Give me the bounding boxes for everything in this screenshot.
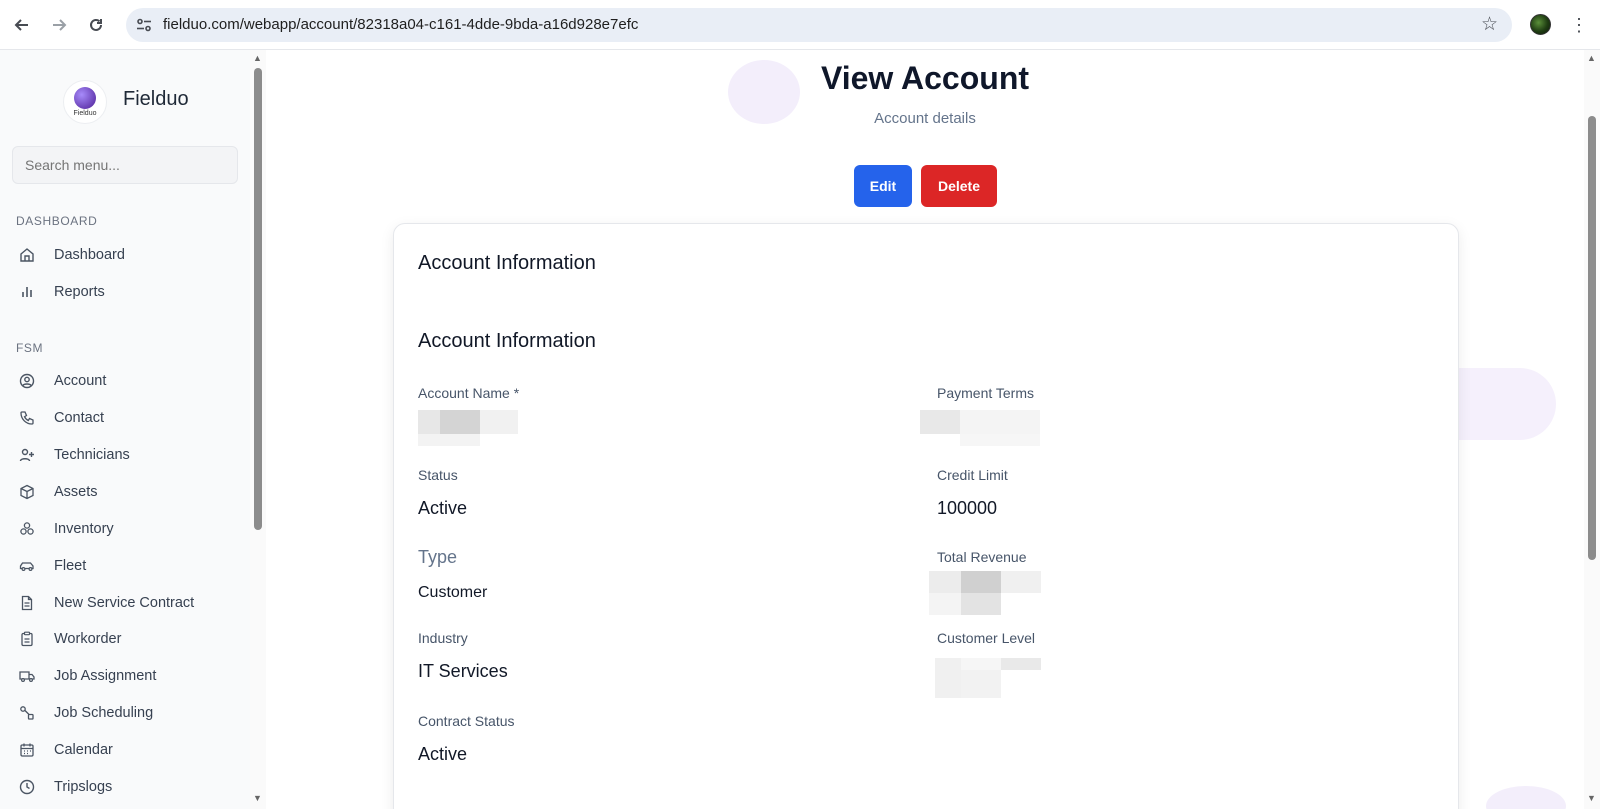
box-icon: [16, 481, 38, 503]
payment-terms-value-redacted: [920, 410, 1040, 446]
sidebar-item-label: Job Scheduling: [54, 705, 154, 721]
sidebar-item-label: Calendar: [54, 742, 113, 758]
sidebar-item-dashboard[interactable]: Dashboard: [12, 239, 242, 271]
home-icon: [16, 244, 38, 266]
brand-logo[interactable]: Fielduo: [63, 80, 107, 124]
page-scrollbar[interactable]: ▲ ▼: [1584, 50, 1600, 809]
reload-icon[interactable]: [83, 12, 109, 38]
sidebar-item-label: Job Assignment: [54, 668, 157, 684]
page-title: View Account: [820, 60, 1030, 96]
industry-label: Industry: [418, 630, 468, 646]
total-revenue-value-redacted: [929, 571, 1041, 615]
route-icon: [16, 702, 38, 724]
url-text: fielduo.com/webapp/account/82318a04-c161…: [163, 16, 639, 33]
edit-button[interactable]: Edit: [854, 165, 912, 207]
site-info-icon[interactable]: [134, 15, 154, 35]
scroll-up-icon[interactable]: ▲: [1587, 53, 1596, 63]
page-subtitle: Account details: [874, 110, 976, 127]
sidebar-item-label: Contact: [54, 410, 104, 426]
type-label: Type: [418, 547, 458, 567]
main-content: View Account Account details Edit Delete…: [266, 50, 1584, 809]
payment-terms-label: Payment Terms: [937, 385, 1034, 401]
sidebar-item-label: Technicians: [54, 447, 130, 463]
menu-search-input[interactable]: [12, 146, 238, 184]
credit-limit-label: Credit Limit: [937, 467, 1008, 483]
customer-level-label: Customer Level: [937, 630, 1036, 646]
clock-icon: [16, 776, 38, 798]
status-label: Status: [418, 467, 458, 483]
browser-menu-icon[interactable]: ⋮: [1570, 12, 1588, 38]
sidebar-item-technicians[interactable]: Technicians: [12, 439, 242, 471]
sidebar-item-reports[interactable]: Reports: [12, 276, 242, 308]
sidebar: Fielduo Fielduo DASHBOARD Dashboard Repo…: [0, 50, 266, 809]
section-heading: Account Information: [418, 330, 596, 352]
sidebar-item-label: Dashboard: [54, 247, 125, 263]
sidebar-item-label: New Service Contract: [54, 595, 195, 611]
sidebar-item-new-service-contract[interactable]: New Service Contract: [12, 587, 242, 619]
customer-level-value-redacted: [935, 658, 1041, 698]
globe-icon: [74, 87, 96, 109]
sidebar-item-label: Tripslogs: [54, 779, 113, 795]
contract-status-label: Contract Status: [418, 713, 515, 729]
bookmark-star-icon[interactable]: ☆: [1481, 13, 1498, 36]
scroll-down-icon[interactable]: ▼: [253, 793, 262, 803]
sidebar-item-calendar[interactable]: Calendar: [12, 734, 242, 766]
sidebar-item-inventory[interactable]: Inventory: [12, 513, 242, 545]
sidebar-scroll-thumb[interactable]: [254, 68, 262, 530]
type-value: Customer: [418, 584, 488, 601]
sidebar-item-workorder[interactable]: Workorder: [12, 623, 242, 655]
bar-chart-icon: [16, 281, 38, 303]
browser-toolbar: fielduo.com/webapp/account/82318a04-c161…: [0, 0, 1600, 50]
sidebar-item-label: Assets: [54, 484, 98, 500]
forward-icon[interactable]: [46, 12, 72, 38]
brand-name: Fielduo: [123, 88, 189, 110]
account-info-card: Account Information Account Information …: [393, 223, 1459, 809]
logo-caption: Fielduo: [73, 110, 97, 117]
sidebar-item-account[interactable]: Account: [12, 365, 242, 397]
sidebar-item-job-scheduling[interactable]: Job Scheduling: [12, 697, 242, 729]
delete-button[interactable]: Delete: [921, 165, 997, 207]
credit-limit-value: 100000: [937, 498, 998, 518]
phone-icon: [16, 407, 38, 429]
sidebar-item-fleet[interactable]: Fleet: [12, 550, 242, 582]
section-title-fsm: FSM: [16, 341, 44, 355]
calendar-icon: [16, 739, 38, 761]
sidebar-item-label: Workorder: [54, 631, 122, 647]
scroll-up-icon[interactable]: ▲: [253, 53, 262, 63]
document-icon: [16, 592, 38, 614]
scroll-down-icon[interactable]: ▼: [1587, 793, 1596, 803]
boxes-icon: [16, 518, 38, 540]
account-name-value-redacted: [418, 410, 518, 446]
user-plus-icon: [16, 444, 38, 466]
industry-value: IT Services: [418, 661, 508, 681]
truck-icon: [16, 665, 38, 687]
total-revenue-label: Total Revenue: [937, 549, 1027, 565]
clipboard-icon: [16, 628, 38, 650]
sidebar-item-assets[interactable]: Assets: [12, 476, 242, 508]
sidebar-item-label: Inventory: [54, 521, 114, 537]
user-circle-icon: [16, 370, 38, 392]
sidebar-item-tripslogs[interactable]: Tripslogs: [12, 771, 242, 803]
back-icon[interactable]: [9, 12, 35, 38]
account-name-label: Account Name *: [418, 385, 520, 401]
contract-status-value: Active: [418, 744, 468, 764]
page-scroll-thumb[interactable]: [1588, 116, 1596, 560]
car-icon: [16, 555, 38, 577]
sidebar-item-label: Reports: [54, 284, 105, 300]
card-heading: Account Information: [418, 252, 596, 274]
section-title-dashboard: DASHBOARD: [16, 214, 98, 228]
sidebar-item-label: Fleet: [54, 558, 87, 574]
profile-avatar[interactable]: [1530, 14, 1551, 35]
sidebar-scrollbar[interactable]: ▲ ▼: [250, 50, 266, 809]
decorative-blob: [1486, 786, 1566, 809]
status-value: Active: [418, 498, 468, 518]
sidebar-item-label: Account: [54, 373, 107, 389]
sidebar-item-job-assignment[interactable]: Job Assignment: [12, 660, 242, 692]
address-bar[interactable]: fielduo.com/webapp/account/82318a04-c161…: [126, 8, 1512, 42]
sidebar-item-contact[interactable]: Contact: [12, 402, 242, 434]
